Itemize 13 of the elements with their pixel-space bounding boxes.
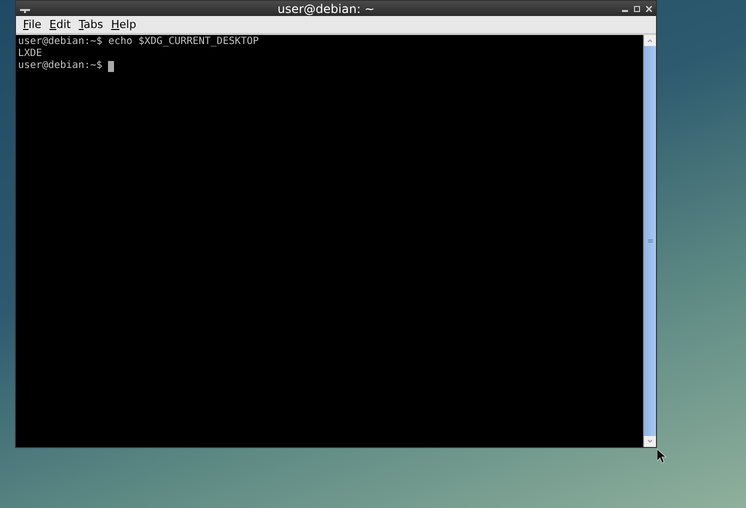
text-cursor [108, 60, 114, 72]
terminal-line: LXDE [18, 48, 42, 60]
window-title: user@debian: ~ [276, 2, 376, 14]
menu-item[interactable]: Tabs [76, 19, 106, 30]
menu-item[interactable]: File [20, 19, 44, 30]
terminal-line: user@debian:~$ echo $XDG_CURRENT_DESKTOP [18, 36, 259, 48]
menu-item[interactable]: Edit [46, 19, 74, 30]
mouse-pointer-icon [657, 449, 667, 464]
maximize-icon[interactable] [634, 6, 640, 12]
close-icon[interactable] [646, 6, 652, 12]
terminal-line: user@debian:~$ [18, 60, 102, 72]
grip-icon [648, 238, 652, 244]
menu-item[interactable]: Help [108, 19, 140, 30]
